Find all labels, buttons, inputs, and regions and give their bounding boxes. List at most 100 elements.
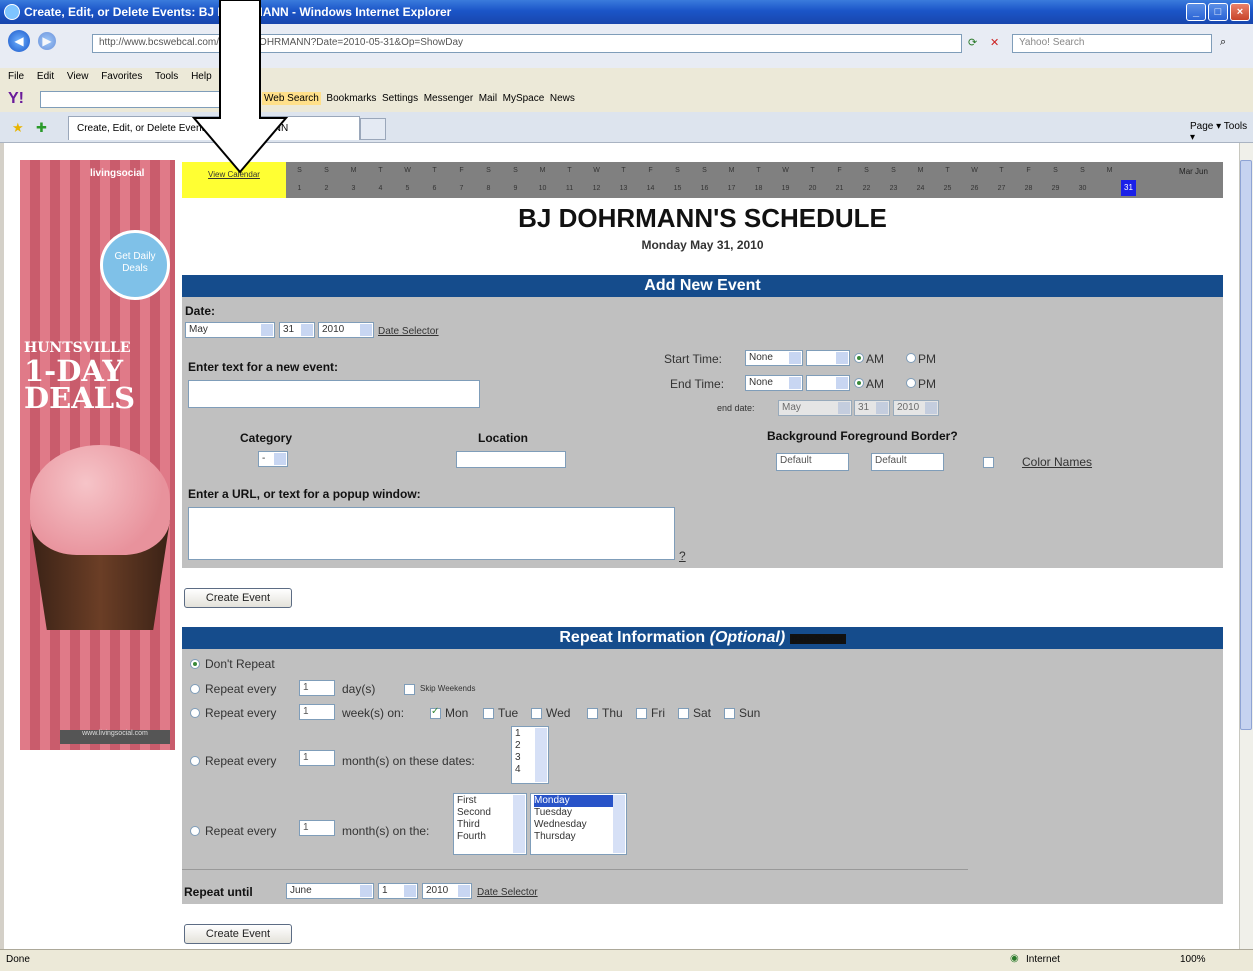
ordinal-listbox[interactable]: First Second Third Fourth [453,793,527,855]
day-number[interactable]: 8 [475,180,502,198]
hide-show-link[interactable]: [Hide/Show] [789,634,846,644]
menu-file[interactable]: File [8,71,24,82]
day-number[interactable]: 11 [556,180,583,198]
background-input[interactable]: Default [776,453,849,471]
day-cell[interactable]: W5 [394,162,421,198]
tools-menu[interactable]: Tools [1224,121,1247,132]
start-minute-select[interactable] [806,350,850,366]
wed-checkbox[interactable] [531,708,542,719]
scrollbar-thumb[interactable] [1240,160,1252,730]
day-number[interactable]: 30 [1069,180,1096,198]
day-number[interactable]: 18 [745,180,772,198]
day-cell[interactable]: F7 [448,162,475,198]
end-hour-select[interactable]: None [745,375,803,391]
day-number[interactable]: 12 [583,180,610,198]
add-favorites-icon[interactable]: ✚ [36,120,47,136]
end-day-select[interactable]: 31 [854,400,890,416]
skip-weekends-checkbox[interactable] [404,684,415,695]
menu-edit[interactable]: Edit [37,71,54,82]
minimize-button[interactable]: _ [1186,3,1206,21]
color-names-link[interactable]: Color Names [1022,455,1092,469]
day-number[interactable]: 24 [907,180,934,198]
day-number[interactable]: 3 [340,180,367,198]
day-cell[interactable]: T6 [421,162,448,198]
day-number[interactable]: 22 [853,180,880,198]
day-cell[interactable]: S9 [502,162,529,198]
weekday-option[interactable]: Tuesday [534,807,623,819]
listbox-scrollbar[interactable] [535,728,547,782]
day-cell[interactable]: M3 [340,162,367,198]
day-number[interactable]: 29 [1042,180,1069,198]
day-cell[interactable]: S 22 [853,162,880,198]
day-number[interactable]: 13 [610,180,637,198]
until-date-selector-link[interactable]: Date Selector [477,887,538,898]
day-cell[interactable]: T 20 [799,162,826,198]
day-number[interactable]: 4 [367,180,394,198]
day-number[interactable]: 27 [988,180,1015,198]
end-pm-radio[interactable] [906,378,916,388]
sat-checkbox[interactable] [678,708,689,719]
day-cell[interactable]: T 13 [610,162,637,198]
day-cell[interactable]: W 26 [961,162,988,198]
repeat-weeks-input[interactable]: 1 [299,704,335,720]
day-number[interactable]: 19 [772,180,799,198]
repeat-days-radio[interactable] [190,684,200,694]
until-year-select[interactable]: 2010 [422,883,472,899]
weekday-option[interactable]: Thursday [534,831,623,843]
day-cell[interactable]: F 21 [826,162,853,198]
refresh-icon[interactable]: ⟳ [968,36,977,49]
day-cell[interactable]: S1 [286,162,313,198]
help-link[interactable]: ? [679,549,686,563]
day-cell[interactable]: M31 [1096,162,1123,198]
day-cell[interactable]: W 19 [772,162,799,198]
yahoo-messenger[interactable]: Messenger [424,93,473,104]
day-cell[interactable]: W 12 [583,162,610,198]
dont-repeat-radio[interactable] [190,659,200,669]
repeat-weeks-radio[interactable] [190,708,200,718]
day-number[interactable]: 5 [394,180,421,198]
location-input[interactable] [456,451,566,468]
until-day-select[interactable]: 1 [378,883,418,899]
mon-checkbox[interactable] [430,706,441,719]
stop-icon[interactable]: ✕ [990,36,999,49]
maximize-button[interactable]: □ [1208,3,1228,21]
day-cell[interactable]: M 24 [907,162,934,198]
close-button[interactable]: × [1230,3,1250,21]
search-icon[interactable]: ⌕ [1220,36,1226,49]
menu-view[interactable]: View [67,71,89,82]
menu-tools[interactable]: Tools [155,71,178,82]
day-cell[interactable]: T 25 [934,162,961,198]
listbox-scrollbar[interactable] [513,795,525,853]
day-number[interactable]: 20 [799,180,826,198]
day-cell[interactable]: S 30 [1069,162,1096,198]
day-cell[interactable]: F 28 [1015,162,1042,198]
year-select[interactable]: 2010 [318,322,374,338]
day-cell[interactable]: T 27 [988,162,1015,198]
day-cell[interactable]: S2 [313,162,340,198]
day-cell[interactable]: M 17 [718,162,745,198]
day-number[interactable]: 9 [502,180,529,198]
date-selector-link[interactable]: Date Selector [378,326,439,337]
yahoo-bookmarks[interactable]: Bookmarks [326,93,376,104]
yahoo-news[interactable]: News [550,93,575,104]
day-cell[interactable]: S8 [475,162,502,198]
zoom-level[interactable]: 100% [1180,954,1206,965]
day-number[interactable]: 1 [286,180,313,198]
forward-button[interactable]: ▶ [38,32,56,50]
event-text-input[interactable] [188,380,480,408]
listbox-scrollbar[interactable] [613,795,625,853]
favorites-star-icon[interactable]: ★ [12,120,24,136]
new-tab-button[interactable] [360,118,386,140]
day-number[interactable]: 25 [934,180,961,198]
dates-listbox[interactable]: 1 2 3 4 [511,726,549,784]
selected-day[interactable]: 31 [1121,180,1136,196]
day-cell[interactable]: T 11 [556,162,583,198]
tue-checkbox[interactable] [483,708,494,719]
sun-checkbox[interactable] [724,708,735,719]
day-number[interactable]: 26 [961,180,988,198]
foreground-input[interactable]: Default [871,453,944,471]
day-cell[interactable]: M 10 [529,162,556,198]
month-nav[interactable]: Mar Jun [1171,164,1216,179]
end-month-select[interactable]: May [778,400,852,416]
repeat-days-input[interactable]: 1 [299,680,335,696]
